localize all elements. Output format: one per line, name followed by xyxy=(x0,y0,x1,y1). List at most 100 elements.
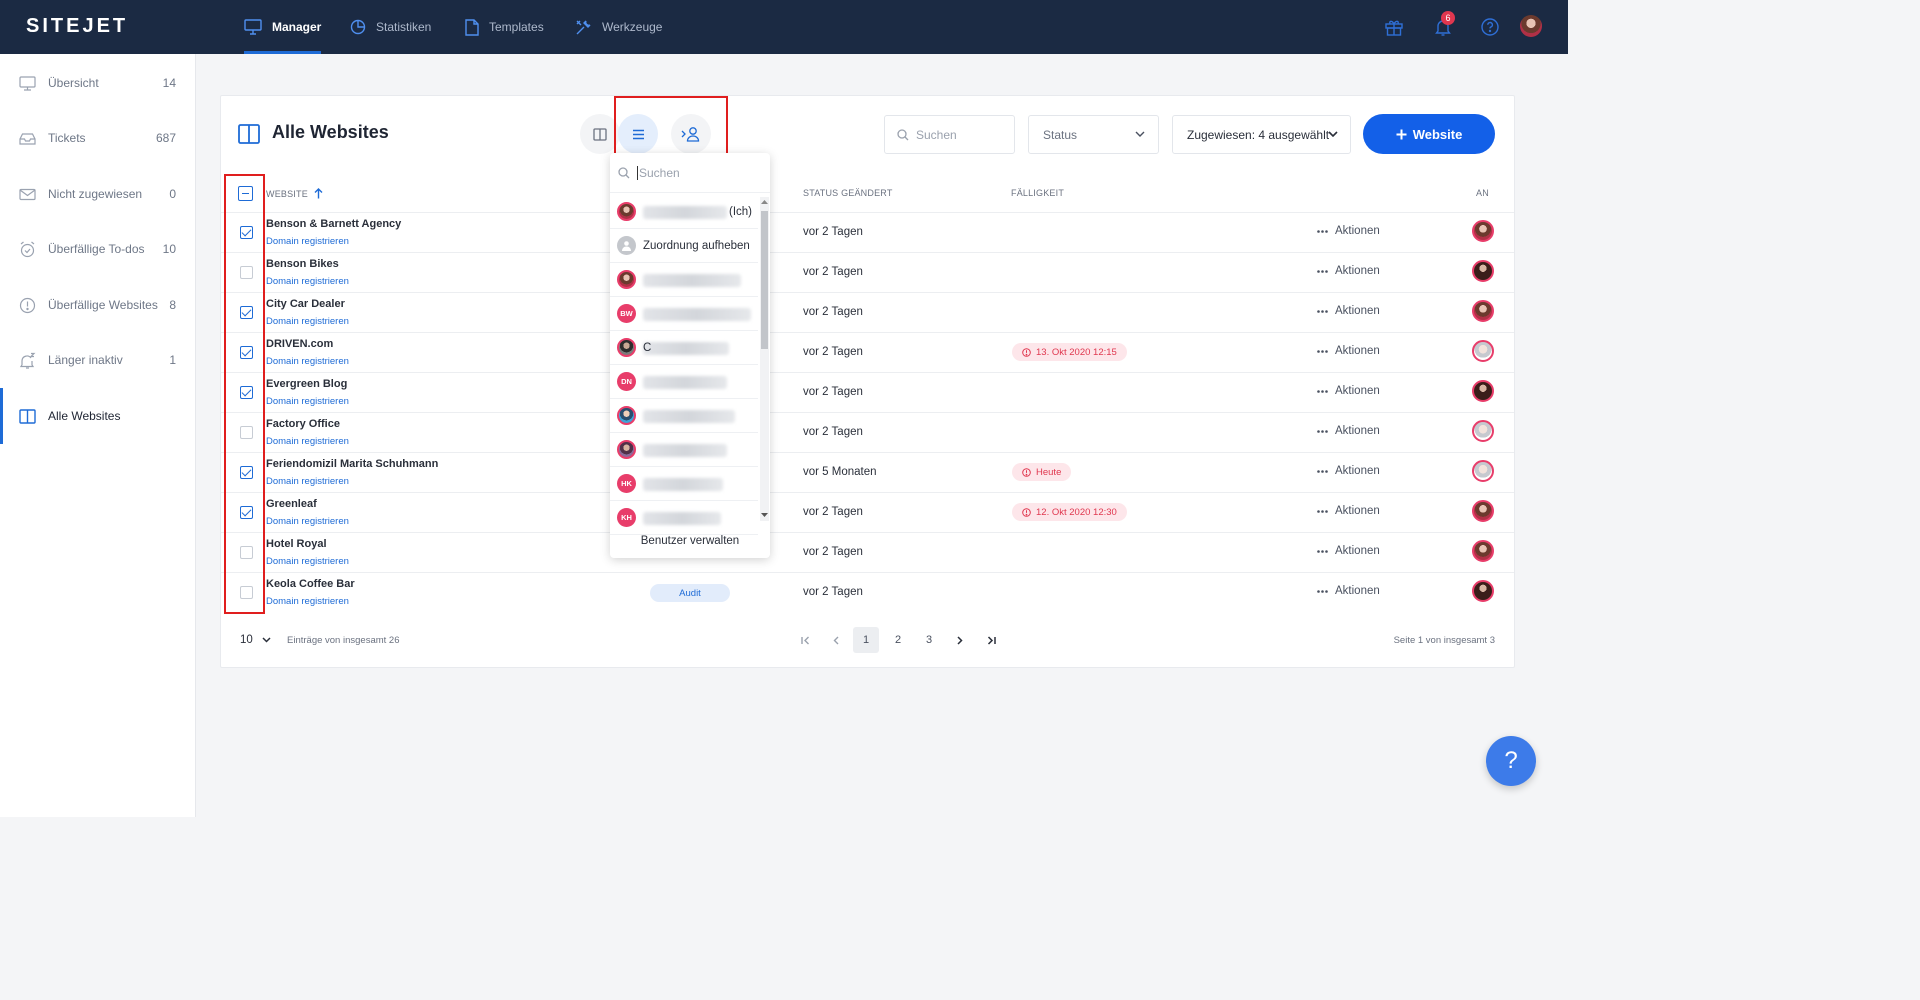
assignee-avatar[interactable] xyxy=(1472,340,1494,362)
dropdown-user-item[interactable] xyxy=(610,399,758,433)
manage-users-link[interactable]: Benutzer verwalten xyxy=(610,527,770,555)
website-name[interactable]: Benson Bikes xyxy=(266,258,339,270)
domain-register-link[interactable]: Domain registrieren xyxy=(266,236,349,247)
sidebar-item-nicht-zugewiesen[interactable]: Nicht zugewiesen 0 xyxy=(0,174,196,214)
website-name[interactable]: Greenleaf xyxy=(266,498,317,510)
assignee-avatar[interactable] xyxy=(1472,260,1494,282)
sidebar-item-tickets[interactable]: Tickets 687 xyxy=(0,118,196,158)
website-name[interactable]: DRIVEN.com xyxy=(266,338,333,350)
assignee-avatar[interactable] xyxy=(1472,300,1494,322)
domain-register-link[interactable]: Domain registrieren xyxy=(266,436,349,447)
row-actions-button[interactable]: Aktionen xyxy=(1317,545,1380,557)
website-name[interactable]: Benson & Barnett Agency xyxy=(266,218,401,230)
assignee-avatar[interactable] xyxy=(1472,220,1494,242)
domain-register-link[interactable]: Domain registrieren xyxy=(266,316,349,327)
dropdown-user-item[interactable]: DN xyxy=(610,365,758,399)
status-select[interactable]: Status xyxy=(1028,115,1159,154)
next-page-button[interactable] xyxy=(947,627,973,653)
search-input[interactable]: Suchen xyxy=(884,115,1015,154)
page-size-select[interactable]: 10 xyxy=(240,634,271,646)
assignee-avatar[interactable] xyxy=(1472,500,1494,522)
sidebar-item-laenger-inaktiv[interactable]: Länger inaktiv 1 xyxy=(0,340,196,380)
row-actions-button[interactable]: Aktionen xyxy=(1317,425,1380,437)
column-header-assigned[interactable]: AN xyxy=(1476,188,1489,198)
page-button-1[interactable]: 1 xyxy=(853,627,879,653)
assignee-avatar[interactable] xyxy=(1472,540,1494,562)
dropdown-user-item[interactable]: BW xyxy=(610,297,758,331)
domain-register-link[interactable]: Domain registrieren xyxy=(266,476,349,487)
dropdown-user-item[interactable] xyxy=(610,263,758,297)
website-name[interactable]: Factory Office xyxy=(266,418,340,430)
first-page-button[interactable] xyxy=(792,627,818,653)
page-button-2[interactable]: 2 xyxy=(885,627,911,653)
sitejet-logo[interactable]: SITEJET xyxy=(26,15,128,38)
dropdown-search-input[interactable]: Suchen xyxy=(610,153,770,193)
domain-register-link[interactable]: Domain registrieren xyxy=(266,276,349,287)
columns-icon xyxy=(593,127,607,141)
row-actions-button[interactable]: Aktionen xyxy=(1317,305,1380,317)
domain-register-link[interactable]: Domain registrieren xyxy=(266,396,349,407)
row-actions-button[interactable]: Aktionen xyxy=(1317,465,1380,477)
domain-register-link[interactable]: Domain registrieren xyxy=(266,516,349,527)
dropdown-user-item[interactable]: HK xyxy=(610,467,758,501)
assignee-avatar[interactable] xyxy=(1472,580,1494,602)
row-actions-button[interactable]: Aktionen xyxy=(1317,345,1380,357)
help-circle-icon[interactable] xyxy=(1480,17,1500,37)
domain-register-link[interactable]: Domain registrieren xyxy=(266,596,349,607)
page-button-3[interactable]: 3 xyxy=(916,627,942,653)
dropdown-user-item[interactable]: Zuordnung aufheben xyxy=(610,229,758,263)
sidebar-item-count: 0 xyxy=(169,187,176,201)
user-photo-avatar xyxy=(617,406,636,425)
plus-icon xyxy=(1396,129,1407,140)
dropdown-scrollbar[interactable] xyxy=(760,197,769,521)
website-name[interactable]: City Car Dealer xyxy=(266,298,345,310)
chevron-down-icon xyxy=(262,637,271,643)
help-chat-button[interactable]: ? xyxy=(1486,736,1536,786)
nav-manager[interactable]: Manager xyxy=(244,0,322,54)
row-actions-button[interactable]: Aktionen xyxy=(1317,385,1380,397)
row-actions-button[interactable]: Aktionen xyxy=(1317,585,1380,597)
gift-icon[interactable] xyxy=(1384,17,1404,37)
sidebar-item-ueberfaellige-websites[interactable]: Überfällige Websites 8 xyxy=(0,285,196,325)
dropdown-user-item[interactable] xyxy=(610,433,758,467)
status-changed-value: vor 2 Tagen xyxy=(803,226,863,238)
previous-page-button[interactable] xyxy=(823,627,849,653)
row-actions-button[interactable]: Aktionen xyxy=(1317,225,1380,237)
blurred-user-name xyxy=(643,342,729,355)
dropdown-user-item[interactable]: (Ich) xyxy=(610,195,758,229)
domain-register-link[interactable]: Domain registrieren xyxy=(266,556,349,567)
chevron-right-icon xyxy=(957,635,963,645)
assignee-avatar[interactable] xyxy=(1472,380,1494,402)
user-avatar[interactable] xyxy=(1520,15,1542,37)
sidebar-item-alle-websites[interactable]: Alle Websites xyxy=(0,388,196,444)
assignee-avatar[interactable] xyxy=(1472,420,1494,442)
assigned-filter-select[interactable]: Zugewiesen: 4 ausgewählt xyxy=(1172,115,1351,154)
website-name[interactable]: Evergreen Blog xyxy=(266,378,347,390)
more-horizontal-icon xyxy=(1317,309,1328,313)
row-actions-label: Aktionen xyxy=(1335,345,1380,357)
column-header-status-changed[interactable]: STATUS GEÄNDERT xyxy=(803,188,893,198)
domain-register-link[interactable]: Domain registrieren xyxy=(266,356,349,367)
sleeping-bell-icon xyxy=(19,352,36,369)
website-name[interactable]: Keola Coffee Bar xyxy=(266,578,355,590)
add-website-button[interactable]: Website xyxy=(1363,114,1495,154)
dropdown-scrollbar-thumb[interactable] xyxy=(761,211,768,349)
sidebar-item-ueberfaellige-todos[interactable]: Überfällige To-dos 10 xyxy=(0,229,196,269)
nav-templates[interactable]: Templates xyxy=(465,0,544,54)
search-icon xyxy=(618,166,630,179)
sidebar-item-uebersicht[interactable]: Übersicht 14 xyxy=(0,63,196,103)
column-header-website[interactable]: WEBSITE xyxy=(266,188,323,199)
assignee-avatar[interactable] xyxy=(1472,460,1494,482)
row-actions-button[interactable]: Aktionen xyxy=(1317,505,1380,517)
website-name[interactable]: Hotel Royal xyxy=(266,538,327,550)
nav-werkzeuge[interactable]: Werkzeuge xyxy=(575,0,662,54)
row-actions-label: Aktionen xyxy=(1335,585,1380,597)
dropdown-user-item[interactable]: C xyxy=(610,331,758,365)
column-header-due[interactable]: FÄLLIGKEIT xyxy=(1011,188,1064,198)
nav-statistiken[interactable]: Statistiken xyxy=(350,0,431,54)
website-name[interactable]: Feriendomizil Marita Schuhmann xyxy=(266,458,438,470)
scroll-down-icon[interactable] xyxy=(761,513,768,518)
scroll-up-icon[interactable] xyxy=(761,199,768,204)
row-actions-button[interactable]: Aktionen xyxy=(1317,265,1380,277)
last-page-button[interactable] xyxy=(978,627,1004,653)
